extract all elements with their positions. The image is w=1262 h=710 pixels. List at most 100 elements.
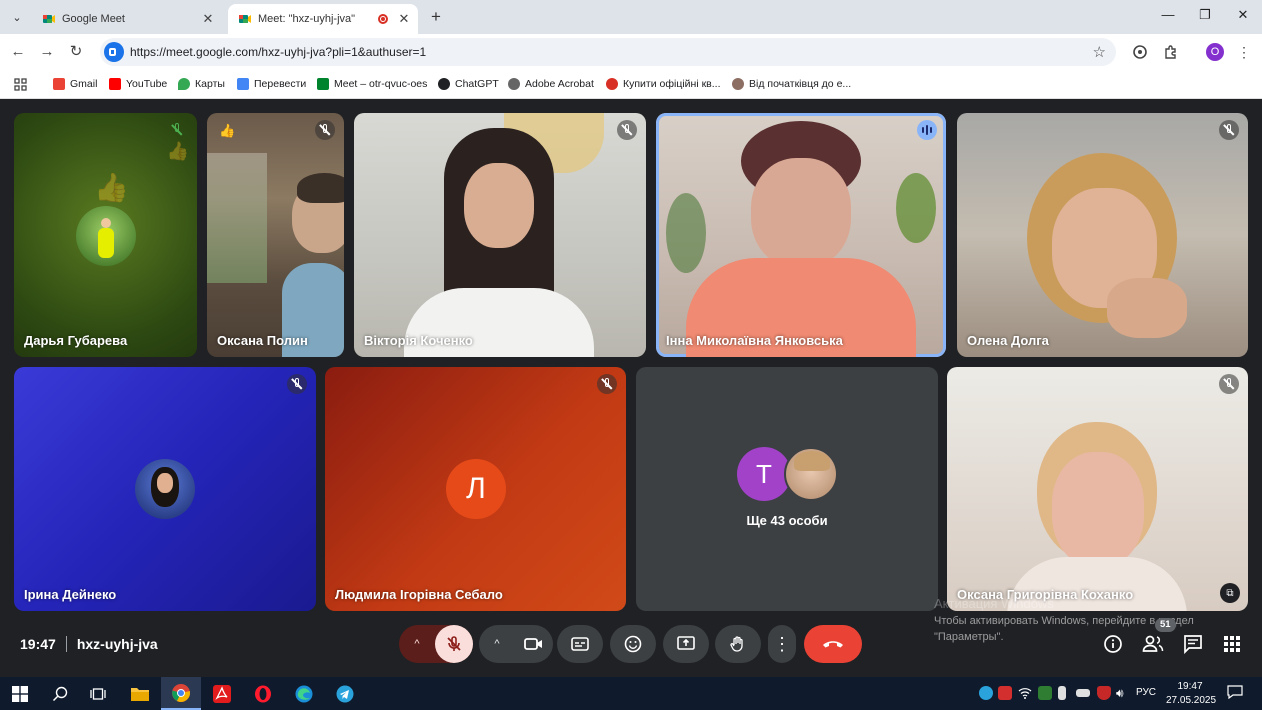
taskbar-opera[interactable] (243, 677, 283, 710)
raised-thumb-reaction: 👍 (219, 123, 236, 138)
tray-telegram-icon[interactable] (979, 686, 993, 700)
extension-icon[interactable] (1130, 42, 1150, 62)
reload-icon[interactable]: ↻ (66, 42, 86, 62)
taskbar-clock[interactable]: 19:47 27.05.2025 (1166, 680, 1217, 708)
taskbar-telegram[interactable] (325, 677, 365, 710)
bookmark-course[interactable]: Від початківця до е... (732, 76, 851, 92)
windows-activation-title: Активация Windows (934, 596, 1054, 611)
leave-call-button[interactable] (804, 625, 862, 663)
chat-button[interactable] (1183, 634, 1203, 655)
taskbar-edge[interactable] (284, 677, 324, 710)
tray-volume-icon[interactable]: 🔊︎ (1116, 686, 1130, 700)
tray-battery-icon[interactable] (1076, 689, 1090, 697)
taskbar-file-explorer[interactable] (120, 677, 160, 710)
task-view-button[interactable] (78, 677, 118, 710)
tab-google-meet[interactable]: Google Meet ✕ (32, 4, 222, 34)
bookmark-youtube[interactable]: YouTube (109, 76, 167, 92)
others-count-label: Ще 43 особи (746, 513, 828, 528)
window-close-button[interactable]: ✕ (1231, 7, 1255, 23)
bookmark-label: Adobe Acrobat (525, 78, 594, 90)
more-options-button[interactable]: ⋮ (768, 625, 796, 663)
clock-time: 19:47 (1177, 681, 1203, 692)
tray-antivirus-icon[interactable] (998, 686, 1012, 700)
bookmark-gmail[interactable]: Gmail (53, 76, 97, 92)
minimize-button[interactable]: — (1156, 7, 1180, 22)
participant-name: Олена Долга (967, 333, 1049, 348)
new-tab-button[interactable]: + (426, 7, 446, 27)
close-icon[interactable]: ✕ (396, 11, 412, 27)
bookmark-buy-keys[interactable]: Купити офіційні кв... (606, 76, 721, 92)
start-button[interactable] (0, 677, 40, 710)
activities-button[interactable] (1223, 635, 1241, 653)
taskbar-acrobat[interactable] (202, 677, 242, 710)
chevron-up-icon[interactable]: ^ (399, 638, 435, 650)
participant-name: Вікторія Коченко (364, 333, 473, 348)
participant-tile[interactable]: ⧉ Оксана Григорівна Коханко (947, 367, 1248, 611)
bookmark-label: Перевести (254, 78, 307, 90)
extensions-puzzle-icon[interactable] (1161, 42, 1181, 62)
bookmark-meet[interactable]: Meet – otr-qvuc-oes (317, 76, 427, 92)
chat-icon (1184, 635, 1202, 655)
site-info-icon[interactable] (104, 42, 124, 62)
mic-off-icon (169, 122, 185, 138)
pin-frame-icon[interactable]: ⧉ (1220, 583, 1240, 603)
raise-hand-button[interactable] (715, 625, 761, 663)
chevron-up-icon[interactable]: ^ (479, 638, 515, 650)
more-vertical-icon: ⋮ (773, 633, 791, 654)
mic-off-button[interactable] (435, 625, 473, 663)
tray-security-icon[interactable] (1097, 686, 1111, 700)
tray-shield-icon[interactable] (1038, 686, 1052, 700)
shop-icon (606, 78, 618, 90)
present-screen-button[interactable] (663, 625, 709, 663)
browser-toolbar: ← → ↻ https://meet.google.com/hxz-uyhj-j… (0, 34, 1262, 70)
notifications-icon[interactable] (1227, 685, 1243, 700)
bookmark-chatgpt[interactable]: ChatGPT (438, 76, 499, 92)
avatar (135, 459, 195, 519)
bookmark-translate[interactable]: Перевести (237, 76, 306, 92)
hang-up-icon (823, 641, 843, 648)
camera-control-group: ^ (479, 625, 553, 663)
chrome-icon (172, 683, 191, 702)
participant-tile[interactable]: 👍 Оксана Полин (207, 113, 344, 357)
profile-avatar[interactable]: O (1206, 43, 1224, 61)
others-tile[interactable]: Т Ще 43 особи (636, 367, 938, 611)
tab-search-menu-button[interactable]: ⌄ (6, 6, 28, 28)
mic-off-icon (315, 120, 335, 140)
participant-tile[interactable]: Олена Долга (957, 113, 1248, 357)
tab-meet-call[interactable]: Meet: "hxz-uyhj-jva" ✕ (228, 4, 418, 34)
keyboard-language[interactable]: РУС (1136, 687, 1156, 698)
participant-tile[interactable]: Ірина Дейнеко (14, 367, 316, 611)
apps-grid-icon[interactable] (14, 76, 27, 92)
back-arrow-icon[interactable]: ← (8, 42, 28, 62)
bookmark-label: Gmail (70, 78, 98, 90)
folder-icon (131, 687, 149, 701)
captions-button[interactable] (557, 625, 603, 663)
reactions-button[interactable] (610, 625, 656, 663)
tray-usb-icon[interactable] (1058, 686, 1066, 700)
clock-date: 27.05.2025 (1166, 695, 1217, 706)
search-button[interactable] (40, 677, 80, 710)
taskbar-chrome[interactable] (161, 677, 201, 710)
meeting-details-button[interactable] (1103, 634, 1123, 654)
bookmark-adobe-acrobat[interactable]: Adobe Acrobat (508, 76, 594, 92)
people-button[interactable] (1142, 634, 1164, 654)
camera-button[interactable] (515, 625, 553, 663)
participant-tile[interactable]: Л Людмила Ігорівна Себало (325, 367, 626, 611)
participant-tile[interactable]: Вікторія Коченко (354, 113, 646, 357)
mic-off-icon (1219, 120, 1239, 140)
participant-tile-active-speaker[interactable]: Інна Миколаївна Янковська (656, 113, 946, 357)
browser-menu-icon[interactable]: ⋮ (1234, 42, 1254, 62)
forward-arrow-icon[interactable]: → (37, 42, 57, 62)
url-text: https://meet.google.com/hxz-uyhj-jva?pli… (130, 45, 427, 59)
tray-wifi-icon[interactable] (1018, 686, 1032, 700)
close-icon[interactable]: ✕ (200, 11, 216, 27)
restore-button[interactable]: ❐ (1193, 7, 1217, 23)
closed-captions-icon (571, 637, 589, 651)
tab-title: Google Meet (62, 13, 125, 25)
address-bar[interactable]: https://meet.google.com/hxz-uyhj-jva?pli… (100, 38, 1116, 66)
participant-tile[interactable]: 👍 👍 Дарья Губарева (14, 113, 197, 357)
search-icon (52, 686, 68, 701)
bookmark-maps[interactable]: Карты (178, 76, 225, 92)
people-icon (1142, 635, 1164, 652)
bookmark-star-icon[interactable]: ☆ (1093, 43, 1106, 61)
